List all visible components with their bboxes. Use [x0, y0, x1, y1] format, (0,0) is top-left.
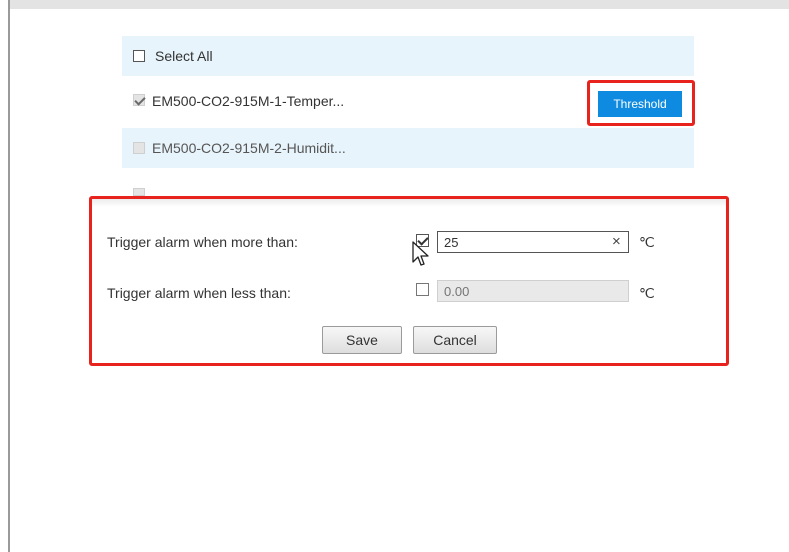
less-than-checkbox[interactable]: [416, 283, 429, 296]
dialog-top-shadow: [92, 199, 726, 207]
threshold-dialog: [89, 196, 729, 366]
more-than-unit: ℃: [639, 234, 655, 250]
sensor-checkbox: [133, 188, 145, 196]
sensor-checkbox[interactable]: [133, 142, 145, 154]
less-than-input[interactable]: [437, 280, 629, 302]
window-left-border: [0, 0, 10, 552]
window-top-border: [0, 0, 789, 9]
sensor-label: EM500-CO2-915M-2-Humidit...: [152, 140, 346, 156]
list-item: [122, 176, 694, 196]
less-than-label: Trigger alarm when less than:: [107, 285, 291, 301]
list-item[interactable]: EM500-CO2-915M-2-Humidit...: [122, 128, 694, 168]
clear-input-icon[interactable]: ×: [612, 234, 621, 249]
threshold-highlight: [587, 80, 695, 126]
select-all-checkbox[interactable]: [133, 50, 145, 62]
more-than-input[interactable]: [437, 231, 629, 253]
select-all-row[interactable]: Select All: [122, 36, 694, 76]
select-all-label: Select All: [155, 48, 213, 64]
cancel-button[interactable]: Cancel: [413, 326, 497, 354]
mouse-pointer-icon: [412, 241, 429, 266]
more-than-label: Trigger alarm when more than:: [107, 234, 298, 250]
sensor-checkbox[interactable]: [133, 94, 145, 106]
sensor-label: EM500-CO2-915M-1-Temper...: [152, 93, 345, 109]
save-button[interactable]: Save: [322, 326, 402, 354]
less-than-unit: ℃: [639, 285, 655, 301]
